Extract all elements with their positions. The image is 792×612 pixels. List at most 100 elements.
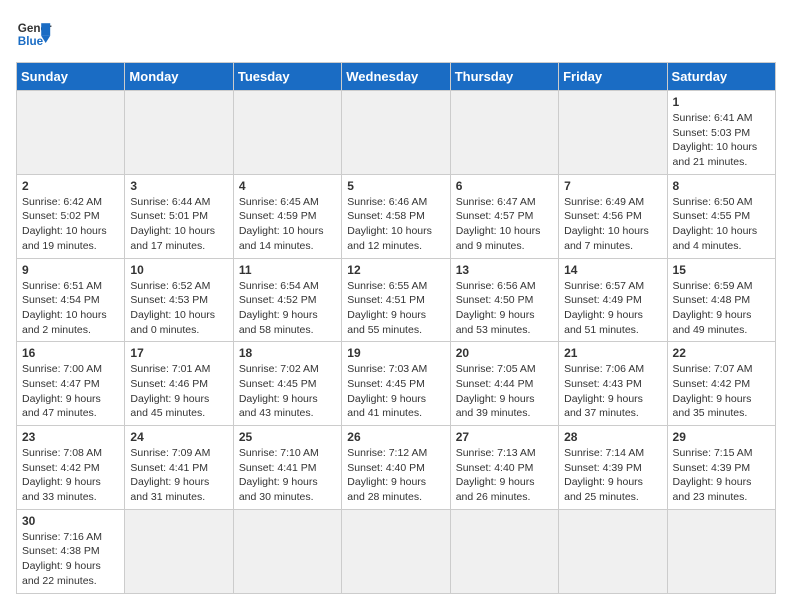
calendar-cell: 6 Sunrise: 6:47 AM Sunset: 4:57 PM Daylig… (450, 174, 558, 258)
page-header: General Blue (16, 16, 776, 52)
calendar-cell: 1 Sunrise: 6:41 AM Sunset: 5:03 PM Daylig… (667, 91, 775, 175)
calendar-cell: 7 Sunrise: 6:49 AM Sunset: 4:56 PM Daylig… (559, 174, 667, 258)
day-info: Sunrise: 6:45 AM Sunset: 4:59 PM Dayligh… (239, 195, 336, 254)
calendar-cell: 4 Sunrise: 6:45 AM Sunset: 4:59 PM Daylig… (233, 174, 341, 258)
weekday-header-saturday: Saturday (667, 63, 775, 91)
day-number: 23 (22, 430, 119, 444)
calendar-cell (450, 91, 558, 175)
weekday-header-sunday: Sunday (17, 63, 125, 91)
calendar-cell: 22 Sunrise: 7:07 AM Sunset: 4:42 PM Dayli… (667, 342, 775, 426)
day-number: 24 (130, 430, 227, 444)
day-info: Sunrise: 7:12 AM Sunset: 4:40 PM Dayligh… (347, 446, 444, 505)
day-number: 7 (564, 179, 661, 193)
day-info: Sunrise: 7:06 AM Sunset: 4:43 PM Dayligh… (564, 362, 661, 421)
calendar-cell (125, 509, 233, 593)
day-number: 12 (347, 263, 444, 277)
day-info: Sunrise: 7:13 AM Sunset: 4:40 PM Dayligh… (456, 446, 553, 505)
day-info: Sunrise: 6:44 AM Sunset: 5:01 PM Dayligh… (130, 195, 227, 254)
day-number: 1 (673, 95, 770, 109)
calendar-cell (233, 91, 341, 175)
calendar-cell: 23 Sunrise: 7:08 AM Sunset: 4:42 PM Dayli… (17, 426, 125, 510)
weekday-header-thursday: Thursday (450, 63, 558, 91)
day-info: Sunrise: 6:51 AM Sunset: 4:54 PM Dayligh… (22, 279, 119, 338)
day-info: Sunrise: 7:05 AM Sunset: 4:44 PM Dayligh… (456, 362, 553, 421)
day-info: Sunrise: 6:41 AM Sunset: 5:03 PM Dayligh… (673, 111, 770, 170)
day-number: 27 (456, 430, 553, 444)
calendar-cell: 25Sunrise: 7:10 AM Sunset: 4:41 PM Dayli… (233, 426, 341, 510)
calendar-cell: 21 Sunrise: 7:06 AM Sunset: 4:43 PM Dayli… (559, 342, 667, 426)
day-info: Sunrise: 7:01 AM Sunset: 4:46 PM Dayligh… (130, 362, 227, 421)
day-number: 26 (347, 430, 444, 444)
calendar-cell: 11 Sunrise: 6:54 AM Sunset: 4:52 PM Dayli… (233, 258, 341, 342)
day-number: 5 (347, 179, 444, 193)
calendar-cell: 16Sunrise: 7:00 AM Sunset: 4:47 PM Dayli… (17, 342, 125, 426)
calendar-cell: 30Sunrise: 7:16 AM Sunset: 4:38 PM Dayli… (17, 509, 125, 593)
logo: General Blue (16, 16, 52, 52)
day-number: 14 (564, 263, 661, 277)
day-number: 19 (347, 346, 444, 360)
calendar-week-row: 9 Sunrise: 6:51 AM Sunset: 4:54 PM Daylig… (17, 258, 776, 342)
day-info: Sunrise: 7:10 AM Sunset: 4:41 PM Dayligh… (239, 446, 336, 505)
calendar-table: SundayMondayTuesdayWednesdayThursdayFrid… (16, 62, 776, 594)
calendar-cell: 9 Sunrise: 6:51 AM Sunset: 4:54 PM Daylig… (17, 258, 125, 342)
day-info: Sunrise: 7:14 AM Sunset: 4:39 PM Dayligh… (564, 446, 661, 505)
weekday-header-tuesday: Tuesday (233, 63, 341, 91)
calendar-cell: 8 Sunrise: 6:50 AM Sunset: 4:55 PM Daylig… (667, 174, 775, 258)
calendar-cell: 14 Sunrise: 6:57 AM Sunset: 4:49 PM Dayli… (559, 258, 667, 342)
day-number: 20 (456, 346, 553, 360)
calendar-cell (125, 91, 233, 175)
day-info: Sunrise: 6:42 AM Sunset: 5:02 PM Dayligh… (22, 195, 119, 254)
weekday-header-friday: Friday (559, 63, 667, 91)
calendar-cell: 17Sunrise: 7:01 AM Sunset: 4:46 PM Dayli… (125, 342, 233, 426)
calendar-cell: 29Sunrise: 7:15 AM Sunset: 4:39 PM Dayli… (667, 426, 775, 510)
calendar-cell: 27 Sunrise: 7:13 AM Sunset: 4:40 PM Dayli… (450, 426, 558, 510)
day-info: Sunrise: 6:59 AM Sunset: 4:48 PM Dayligh… (673, 279, 770, 338)
day-number: 15 (673, 263, 770, 277)
day-number: 21 (564, 346, 661, 360)
calendar-cell (342, 509, 450, 593)
calendar-cell: 28 Sunrise: 7:14 AM Sunset: 4:39 PM Dayli… (559, 426, 667, 510)
day-number: 28 (564, 430, 661, 444)
calendar-cell: 20 Sunrise: 7:05 AM Sunset: 4:44 PM Dayli… (450, 342, 558, 426)
calendar-cell (450, 509, 558, 593)
calendar-week-row: 30Sunrise: 7:16 AM Sunset: 4:38 PM Dayli… (17, 509, 776, 593)
calendar-cell: 15 Sunrise: 6:59 AM Sunset: 4:48 PM Dayli… (667, 258, 775, 342)
day-info: Sunrise: 6:50 AM Sunset: 4:55 PM Dayligh… (673, 195, 770, 254)
day-number: 4 (239, 179, 336, 193)
day-number: 11 (239, 263, 336, 277)
day-number: 22 (673, 346, 770, 360)
calendar-cell (559, 509, 667, 593)
calendar-week-row: 16Sunrise: 7:00 AM Sunset: 4:47 PM Dayli… (17, 342, 776, 426)
day-number: 29 (673, 430, 770, 444)
day-number: 6 (456, 179, 553, 193)
day-info: Sunrise: 6:46 AM Sunset: 4:58 PM Dayligh… (347, 195, 444, 254)
day-info: Sunrise: 7:07 AM Sunset: 4:42 PM Dayligh… (673, 362, 770, 421)
calendar-cell (342, 91, 450, 175)
logo-icon: General Blue (16, 16, 52, 52)
calendar-cell: 18Sunrise: 7:02 AM Sunset: 4:45 PM Dayli… (233, 342, 341, 426)
svg-text:Blue: Blue (18, 35, 44, 48)
calendar-week-row: 2 Sunrise: 6:42 AM Sunset: 5:02 PM Daylig… (17, 174, 776, 258)
calendar-week-row: 1 Sunrise: 6:41 AM Sunset: 5:03 PM Daylig… (17, 91, 776, 175)
day-number: 9 (22, 263, 119, 277)
day-info: Sunrise: 7:08 AM Sunset: 4:42 PM Dayligh… (22, 446, 119, 505)
day-info: Sunrise: 7:02 AM Sunset: 4:45 PM Dayligh… (239, 362, 336, 421)
day-info: Sunrise: 6:57 AM Sunset: 4:49 PM Dayligh… (564, 279, 661, 338)
day-info: Sunrise: 6:47 AM Sunset: 4:57 PM Dayligh… (456, 195, 553, 254)
day-number: 10 (130, 263, 227, 277)
day-info: Sunrise: 7:16 AM Sunset: 4:38 PM Dayligh… (22, 530, 119, 589)
calendar-week-row: 23 Sunrise: 7:08 AM Sunset: 4:42 PM Dayli… (17, 426, 776, 510)
day-number: 8 (673, 179, 770, 193)
day-number: 2 (22, 179, 119, 193)
day-number: 3 (130, 179, 227, 193)
day-info: Sunrise: 6:54 AM Sunset: 4:52 PM Dayligh… (239, 279, 336, 338)
weekday-header-wednesday: Wednesday (342, 63, 450, 91)
calendar-cell: 3 Sunrise: 6:44 AM Sunset: 5:01 PM Daylig… (125, 174, 233, 258)
day-info: Sunrise: 6:52 AM Sunset: 4:53 PM Dayligh… (130, 279, 227, 338)
calendar-cell: 13Sunrise: 6:56 AM Sunset: 4:50 PM Dayli… (450, 258, 558, 342)
calendar-cell (17, 91, 125, 175)
day-info: Sunrise: 7:03 AM Sunset: 4:45 PM Dayligh… (347, 362, 444, 421)
day-info: Sunrise: 6:49 AM Sunset: 4:56 PM Dayligh… (564, 195, 661, 254)
calendar-cell: 19 Sunrise: 7:03 AM Sunset: 4:45 PM Dayli… (342, 342, 450, 426)
calendar-cell: 2 Sunrise: 6:42 AM Sunset: 5:02 PM Daylig… (17, 174, 125, 258)
